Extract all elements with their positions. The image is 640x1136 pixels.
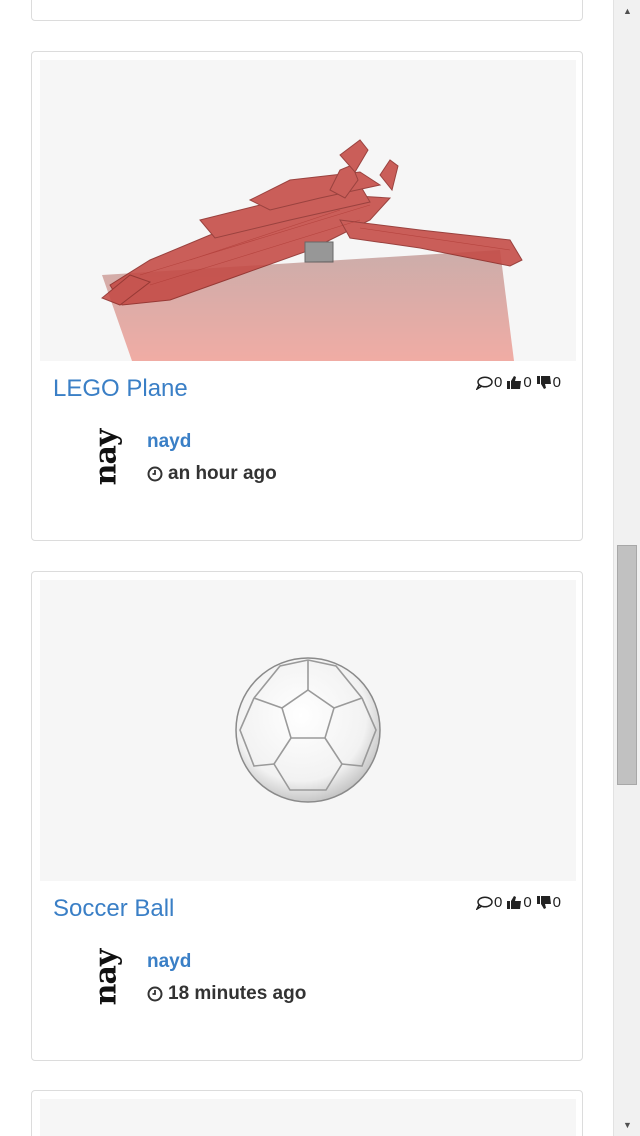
- author-link[interactable]: nayd: [147, 951, 191, 973]
- clock-icon: [147, 986, 163, 1002]
- dislike-count[interactable]: 0: [536, 374, 561, 391]
- model-stats: 0 0 0: [474, 894, 561, 911]
- scroll-up-arrow-icon[interactable]: ▲: [614, 0, 640, 22]
- comment-count[interactable]: 0: [475, 894, 502, 911]
- scrollbar-thumb[interactable]: [617, 545, 637, 785]
- clock-icon: [147, 466, 163, 482]
- model-title[interactable]: Soccer Ball: [53, 895, 174, 923]
- vertical-scrollbar[interactable]: ▲ ▼: [613, 0, 640, 1136]
- timestamp: an hour ago: [147, 463, 277, 485]
- model-card-next[interactable]: [31, 1090, 583, 1136]
- author-link[interactable]: nayd: [147, 431, 191, 453]
- comment-icon: [475, 375, 493, 390]
- model-feed: LEGO Plane 0 0 0 nay nayd an hour ago So…: [0, 0, 613, 1136]
- model-thumbnail[interactable]: [40, 60, 576, 361]
- model-stats: 0 0 0: [474, 374, 561, 391]
- thumbs-down-icon: [536, 896, 551, 909]
- thumbs-up-icon: [507, 896, 522, 909]
- avatar[interactable]: nay: [76, 942, 136, 1012]
- like-count[interactable]: 0: [506, 894, 532, 911]
- model-card[interactable]: LEGO Plane 0 0 0 nay nayd an hour ago: [31, 51, 583, 541]
- dislike-count[interactable]: 0: [536, 894, 561, 911]
- comment-icon: [475, 895, 493, 910]
- model-thumbnail[interactable]: [40, 580, 576, 881]
- like-count[interactable]: 0: [506, 374, 532, 391]
- avatar[interactable]: nay: [76, 422, 136, 492]
- thumbs-up-icon: [507, 376, 522, 389]
- model-thumbnail[interactable]: [40, 1099, 576, 1136]
- scroll-down-arrow-icon[interactable]: ▼: [614, 1114, 640, 1136]
- soccer-ball-image: [235, 657, 381, 803]
- comment-count[interactable]: 0: [475, 374, 502, 391]
- lego-plane-image: [101, 139, 523, 361]
- model-card-previous[interactable]: [31, 0, 583, 21]
- model-card[interactable]: Soccer Ball 0 0 0 nay nayd 18 minutes ag…: [31, 571, 583, 1061]
- thumbs-down-icon: [536, 376, 551, 389]
- model-title[interactable]: LEGO Plane: [53, 375, 188, 403]
- timestamp: 18 minutes ago: [147, 983, 306, 1005]
